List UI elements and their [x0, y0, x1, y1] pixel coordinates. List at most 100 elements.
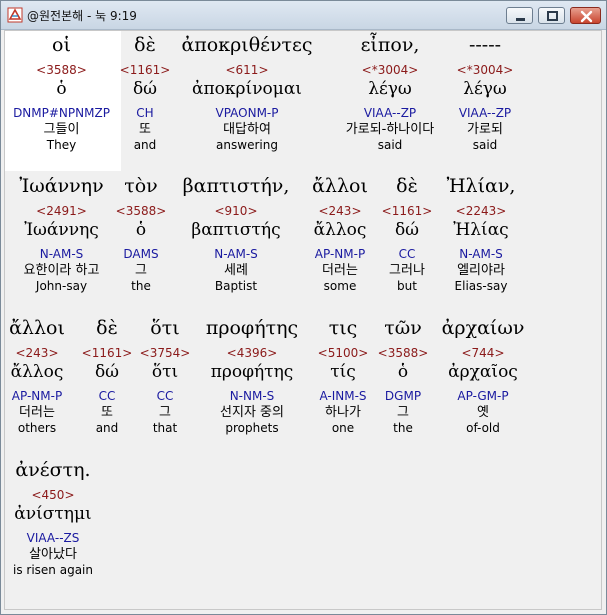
word-card[interactable]: οἱ <3588> ὁ DNMP#NPNMZP 그들이 They: [5, 31, 118, 171]
korean-gloss: 그러나: [389, 263, 425, 278]
word-card[interactable]: δὲ <1161> δώ CC 또 and: [79, 316, 135, 436]
english-gloss: of-old: [466, 421, 500, 435]
greek-word: ὅτι: [150, 317, 180, 339]
app-window: @원전본해 - 눅 9:19 οἱ <3588> ὁ DNMP#NPNMZP 그…: [0, 0, 607, 615]
word-card[interactable]: ἀρχαίων <744> ἀρχαῖος AP-GM-P 옛 of-old: [435, 316, 531, 436]
lemma: δώ: [94, 362, 120, 382]
english-gloss: and: [133, 138, 157, 152]
greek-word: ἀποκριθέντες: [181, 34, 313, 56]
lemma: βαπτιστής: [191, 220, 281, 240]
interlinear-panel: οἱ <3588> ὁ DNMP#NPNMZP 그들이 They δὲ <116…: [4, 30, 602, 610]
word-card[interactable]: βαπτιστήν, <910> βαπτιστής N-AM-S 세례 Bap…: [171, 174, 301, 294]
morphology-code: N-AM-S: [214, 247, 258, 261]
strong-number: <1161>: [119, 63, 171, 77]
morphology-code: AP-NM-P: [11, 389, 63, 403]
korean-gloss: 가로되-하나이다: [345, 122, 435, 137]
greek-word: -----: [468, 34, 502, 56]
strong-number: <*3004>: [456, 63, 514, 77]
word-card[interactable]: Ἠλίαν, <2243> Ἠλίας N-AM-S 엘리야라 Elias-sa…: [437, 174, 525, 294]
greek-word: ἄλλοι: [9, 317, 65, 339]
greek-word: ἄλλοι: [312, 175, 368, 197]
strong-number: <1161>: [81, 346, 133, 360]
lemma: δώ: [394, 220, 420, 240]
greek-word: οἱ: [52, 34, 71, 56]
greek-word: δὲ: [96, 317, 118, 339]
korean-gloss: 더러는: [19, 405, 55, 420]
morphology-code: A-INM-S: [319, 389, 367, 403]
word-card[interactable]: ἀνέστη. <450> ἀνίστημι VIAA--ZS 살아났다 is …: [5, 458, 101, 578]
lemma: Ἠλίας: [453, 220, 509, 240]
maximize-button[interactable]: [538, 7, 565, 24]
strong-number: <3588>: [36, 63, 87, 77]
english-gloss: is risen again: [13, 563, 93, 577]
lemma: ἄλλος: [313, 220, 367, 240]
word-card[interactable]: δὲ <1161> δώ CC 그러나 but: [379, 174, 435, 294]
strong-number: <910>: [214, 204, 258, 218]
strong-number: <2491>: [36, 204, 87, 218]
word-card[interactable]: ἄλλοι <243> ἄλλος AP-NM-P 더러는 others: [5, 316, 69, 436]
lemma: λέγω: [463, 79, 507, 99]
english-gloss: one: [331, 421, 355, 435]
morphology-code: CC: [156, 389, 174, 403]
word-card[interactable]: ὅτι <3754> ὅτι CC 그 that: [137, 316, 193, 436]
close-icon: [580, 10, 593, 23]
english-gloss: Elias-say: [454, 279, 508, 293]
word-card[interactable]: εἶπον, <*3004> λέγω VIAA--ZP 가로되-하나이다 sa…: [331, 31, 449, 153]
korean-gloss: 살아났다: [29, 547, 77, 562]
lemma: ὁ: [135, 220, 147, 240]
morphology-code: DGMP: [384, 389, 422, 403]
korean-gloss: 또: [139, 122, 151, 137]
word-card[interactable]: προφήτης <4396> προφήτης N-NM-S 선지자 중의 p…: [197, 316, 307, 436]
title-bar[interactable]: @원전본해 - 눅 9:19: [1, 1, 606, 30]
word-card[interactable]: τὸν <3588> ὁ DAMS 그 the: [115, 174, 167, 294]
lemma: ὁ: [56, 79, 67, 99]
english-gloss: that: [152, 421, 178, 435]
korean-gloss: 엘리야라: [457, 263, 505, 278]
strong-number: <243>: [15, 346, 59, 360]
lemma: Ἰωάννης: [24, 220, 99, 240]
minimize-button[interactable]: [506, 7, 533, 24]
greek-word: δὲ: [134, 34, 156, 56]
english-gloss: They: [46, 138, 77, 152]
korean-gloss: 선지자 중의: [220, 405, 284, 420]
lemma: λέγω: [368, 79, 412, 99]
word-card[interactable]: δὲ <1161> δώ CH 또 and: [117, 31, 173, 153]
greek-word: δὲ: [396, 175, 418, 197]
strong-number: <611>: [225, 63, 269, 77]
korean-gloss: 요한이라 하고: [23, 263, 100, 278]
word-card[interactable]: Ἰωάννην <2491> Ἰωάννης N-AM-S 요한이라 하고 Jo…: [5, 174, 118, 294]
lemma: δώ: [132, 79, 158, 99]
korean-gloss: 그: [159, 405, 171, 420]
morphology-code: VIAA--ZP: [458, 106, 512, 120]
english-gloss: John-say: [35, 279, 88, 293]
app-logo-icon[interactable]: [7, 7, 23, 23]
greek-word: Ἰωάννην: [19, 175, 104, 197]
strong-number: <3754>: [139, 346, 191, 360]
greek-word: βαπτιστήν,: [182, 175, 290, 197]
strong-number: <4396>: [226, 346, 278, 360]
strong-number: <*3004>: [361, 63, 419, 77]
strong-number: <243>: [318, 204, 362, 218]
close-button[interactable]: [570, 7, 601, 24]
greek-word: Ἠλίαν,: [446, 175, 516, 197]
korean-gloss: 그들이: [43, 122, 80, 137]
english-gloss: Baptist: [214, 279, 258, 293]
lemma: ἄλλος: [10, 362, 64, 382]
greek-word: ἀρχαίων: [441, 317, 525, 339]
word-card[interactable]: ἄλλοι <243> ἄλλος AP-NM-P 더러는 some: [303, 174, 377, 294]
lemma: προφήτης: [210, 362, 294, 382]
morphology-code: N-AM-S: [459, 247, 503, 261]
english-gloss: some: [323, 279, 357, 293]
minimize-icon: [516, 18, 525, 21]
word-card[interactable]: τις <5100> τίς A-INM-S 하나가 one: [311, 316, 375, 436]
strong-number: <744>: [461, 346, 505, 360]
word-card[interactable]: τῶν <3588> ὁ DGMP 그 the: [375, 316, 431, 436]
word-card[interactable]: ----- <*3004> λέγω VIAA--ZP 가로되 said: [451, 31, 519, 153]
word-card[interactable]: ἀποκριθέντες <611> ἀποκρίνομαι VPAONM-P …: [173, 31, 321, 153]
morphology-code: VIAA--ZP: [363, 106, 417, 120]
morphology-code: N-AM-S: [39, 247, 84, 261]
lemma: ἀρχαῖος: [448, 362, 518, 382]
morphology-code: VIAA--ZS: [26, 531, 80, 545]
english-gloss: but: [397, 279, 417, 293]
korean-gloss: 대답하여: [223, 122, 271, 137]
